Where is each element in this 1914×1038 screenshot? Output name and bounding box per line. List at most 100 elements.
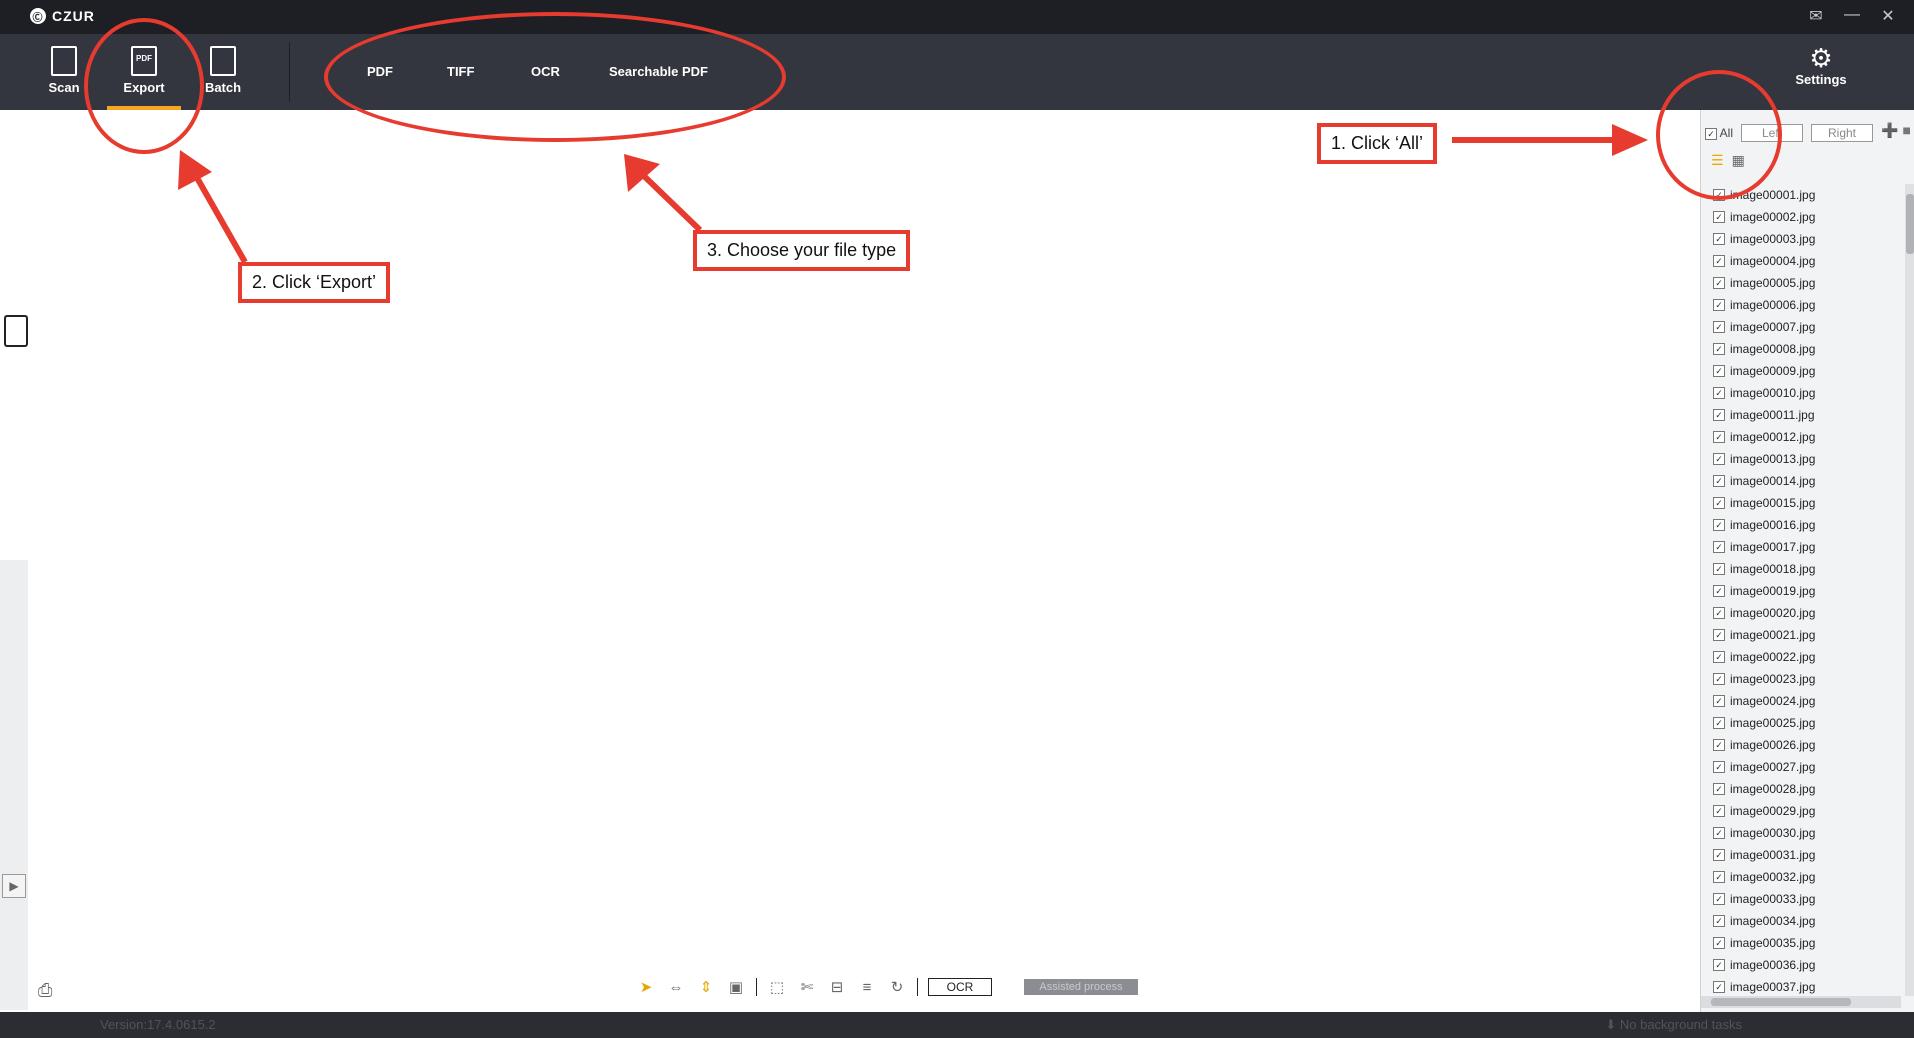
list-item[interactable]: ✓ image00022.jpg bbox=[1701, 646, 1901, 668]
checkbox-icon[interactable]: ✓ bbox=[1713, 761, 1725, 773]
checkbox-icon[interactable]: ✓ bbox=[1713, 827, 1725, 839]
checkbox-icon[interactable]: ✓ bbox=[1713, 739, 1725, 751]
checkbox-icon[interactable]: ✓ bbox=[1713, 233, 1725, 245]
list-item[interactable]: ✓ image00016.jpg bbox=[1701, 514, 1901, 536]
list-item[interactable]: ✓ image00036.jpg bbox=[1701, 954, 1901, 976]
list-item[interactable]: ✓ image00017.jpg bbox=[1701, 536, 1901, 558]
list-item[interactable]: ✓ image00034.jpg bbox=[1701, 910, 1901, 932]
page-frame-icon[interactable] bbox=[4, 315, 28, 347]
checkbox-icon[interactable]: ✓ bbox=[1713, 255, 1725, 267]
list-item[interactable]: ✓ image00027.jpg bbox=[1701, 756, 1901, 778]
checkbox-icon[interactable]: ✓ bbox=[1713, 695, 1725, 707]
checkbox-icon[interactable]: ✓ bbox=[1713, 343, 1725, 355]
list-item[interactable]: ✓ image00030.jpg bbox=[1701, 822, 1901, 844]
assisted-process-button[interactable]: Assisted process bbox=[1024, 979, 1138, 995]
annotation-step-1: 1. Click ‘All’ bbox=[1317, 123, 1438, 164]
checkbox-icon[interactable]: ✓ bbox=[1713, 629, 1725, 641]
list-item[interactable]: ✓ image00032.jpg bbox=[1701, 866, 1901, 888]
horizontal-scrollbar[interactable] bbox=[1701, 996, 1901, 1008]
checkbox-icon[interactable]: ✓ bbox=[1713, 849, 1725, 861]
adjust-icon[interactable]: ≡ bbox=[857, 978, 877, 996]
list-item[interactable]: ✓ image00021.jpg bbox=[1701, 624, 1901, 646]
fit-width-icon[interactable]: ⇔ bbox=[666, 978, 686, 996]
checkbox-icon[interactable]: ✓ bbox=[1713, 453, 1725, 465]
list-item[interactable]: ✓ image00007.jpg bbox=[1701, 316, 1901, 338]
checkbox-icon[interactable]: ✓ bbox=[1713, 915, 1725, 927]
list-item[interactable]: ✓ image00035.jpg bbox=[1701, 932, 1901, 954]
list-item[interactable]: ✓ image00003.jpg bbox=[1701, 228, 1901, 250]
scroll-thumb[interactable] bbox=[1711, 998, 1851, 1006]
checkbox-icon[interactable]: ✓ bbox=[1713, 541, 1725, 553]
open-folder-icon[interactable]: ■ bbox=[1903, 122, 1911, 138]
checkbox-icon[interactable]: ✓ bbox=[1713, 717, 1725, 729]
checkbox-icon[interactable]: ✓ bbox=[1713, 981, 1725, 993]
checkbox-icon[interactable]: ✓ bbox=[1713, 365, 1725, 377]
checkbox-icon[interactable]: ✓ bbox=[1713, 211, 1725, 223]
minimize-icon[interactable]: — bbox=[1842, 6, 1862, 26]
list-item[interactable]: ✓ image00018.jpg bbox=[1701, 558, 1901, 580]
checkbox-icon[interactable]: ✓ bbox=[1713, 805, 1725, 817]
print-icon[interactable]: ⎙ bbox=[38, 980, 52, 1001]
checkbox-icon[interactable]: ✓ bbox=[1713, 871, 1725, 883]
checkbox-icon[interactable]: ✓ bbox=[1713, 585, 1725, 597]
checkbox-icon[interactable]: ✓ bbox=[1713, 651, 1725, 663]
pointer-icon[interactable]: ➤ bbox=[636, 978, 656, 996]
checkbox-icon[interactable]: ✓ bbox=[1713, 783, 1725, 795]
list-item[interactable]: ✓ image00009.jpg bbox=[1701, 360, 1901, 382]
list-item[interactable]: ✓ image00024.jpg bbox=[1701, 690, 1901, 712]
list-item[interactable]: ✓ image00028.jpg bbox=[1701, 778, 1901, 800]
checkbox-icon[interactable]: ✓ bbox=[1713, 497, 1725, 509]
list-item[interactable]: ✓ image00012.jpg bbox=[1701, 426, 1901, 448]
select-area-icon[interactable]: ⬚ bbox=[767, 978, 787, 996]
list-item[interactable]: ✓ image00005.jpg bbox=[1701, 272, 1901, 294]
file-name: image00036.jpg bbox=[1730, 958, 1816, 972]
scroll-thumb[interactable] bbox=[1906, 194, 1914, 254]
list-item[interactable]: ✓ image00002.jpg bbox=[1701, 206, 1901, 228]
list-item[interactable]: ✓ image00033.jpg bbox=[1701, 888, 1901, 910]
checkbox-icon[interactable]: ✓ bbox=[1713, 431, 1725, 443]
ocr-button[interactable]: OCR bbox=[928, 978, 992, 996]
checkbox-icon[interactable]: ✓ bbox=[1713, 475, 1725, 487]
list-item[interactable]: ✓ image00023.jpg bbox=[1701, 668, 1901, 690]
list-item[interactable]: ✓ image00025.jpg bbox=[1701, 712, 1901, 734]
list-item[interactable]: ✓ image00011.jpg bbox=[1701, 404, 1901, 426]
list-item[interactable]: ✓ image00006.jpg bbox=[1701, 294, 1901, 316]
list-item[interactable]: ✓ image00014.jpg bbox=[1701, 470, 1901, 492]
rotate-icon[interactable]: ↻ bbox=[887, 978, 907, 996]
checkbox-icon[interactable]: ✓ bbox=[1713, 959, 1725, 971]
checkbox-icon[interactable]: ✓ bbox=[1713, 409, 1725, 421]
bottom-toolbar: ➤ ⇔ ⇕ ▣ ⬚ ✄ ⊟ ≡ ↻ OCR Assisted process bbox=[636, 978, 1138, 996]
vertical-scrollbar[interactable] bbox=[1905, 184, 1914, 996]
close-icon[interactable]: ✕ bbox=[1878, 6, 1898, 26]
list-item[interactable]: ✓ image00013.jpg bbox=[1701, 448, 1901, 470]
checkbox-icon[interactable]: ✓ bbox=[1713, 519, 1725, 531]
list-item[interactable]: ✓ image00019.jpg bbox=[1701, 580, 1901, 602]
list-item[interactable]: ✓ image00031.jpg bbox=[1701, 844, 1901, 866]
list-item[interactable]: ✓ image00020.jpg bbox=[1701, 602, 1901, 624]
split-icon[interactable]: ⊟ bbox=[827, 978, 847, 996]
select-right-button[interactable]: Right bbox=[1811, 124, 1874, 142]
fit-height-icon[interactable]: ⇕ bbox=[696, 978, 716, 996]
list-item[interactable]: ✓ image00010.jpg bbox=[1701, 382, 1901, 404]
actual-size-icon[interactable]: ▣ bbox=[726, 978, 746, 996]
checkbox-icon[interactable]: ✓ bbox=[1713, 387, 1725, 399]
checkbox-icon[interactable]: ✓ bbox=[1713, 321, 1725, 333]
checkbox-icon[interactable]: ✓ bbox=[1713, 607, 1725, 619]
mail-icon[interactable]: ✉ bbox=[1806, 6, 1826, 26]
list-item[interactable]: ✓ image00026.jpg bbox=[1701, 734, 1901, 756]
play-icon[interactable]: ▶ bbox=[2, 874, 26, 898]
add-folder-icon[interactable]: ➕ bbox=[1881, 122, 1898, 138]
settings-button[interactable]: ⚙ Settings bbox=[1786, 44, 1856, 87]
checkbox-icon[interactable]: ✓ bbox=[1713, 937, 1725, 949]
checkbox-icon[interactable]: ✓ bbox=[1713, 673, 1725, 685]
checkbox-icon[interactable]: ✓ bbox=[1713, 563, 1725, 575]
checkbox-icon[interactable]: ✓ bbox=[1713, 893, 1725, 905]
crop-icon[interactable]: ✄ bbox=[797, 978, 817, 996]
checkbox-icon[interactable]: ✓ bbox=[1713, 299, 1725, 311]
checkbox-icon[interactable]: ✓ bbox=[1713, 277, 1725, 289]
list-item[interactable]: ✓ image00029.jpg bbox=[1701, 800, 1901, 822]
list-item[interactable]: ✓ image00037.jpg bbox=[1701, 976, 1901, 998]
list-item[interactable]: ✓ image00008.jpg bbox=[1701, 338, 1901, 360]
list-item[interactable]: ✓ image00004.jpg bbox=[1701, 250, 1901, 272]
list-item[interactable]: ✓ image00015.jpg bbox=[1701, 492, 1901, 514]
